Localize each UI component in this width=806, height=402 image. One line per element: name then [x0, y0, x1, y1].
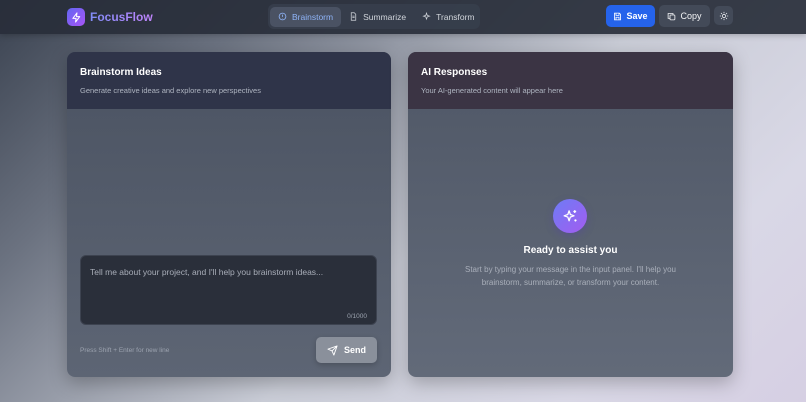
top-bar: FocusFlow Brainstorm Summarize Transform… [0, 0, 806, 34]
tab-brainstorm[interactable]: Brainstorm [270, 6, 342, 27]
tab-label: Summarize [363, 11, 407, 22]
input-panel-title: Brainstorm Ideas [80, 67, 162, 78]
copy-button[interactable]: Copy [659, 5, 710, 27]
input-panel: Brainstorm Ideas Generate creative ideas… [67, 52, 391, 377]
save-icon [613, 12, 622, 21]
mode-tabs: Brainstorm Summarize Transform [268, 4, 480, 29]
empty-state-title: Ready to assist you [523, 245, 618, 256]
document-icon [349, 12, 358, 21]
save-button[interactable]: Save [606, 5, 655, 27]
bolt-icon [67, 8, 85, 26]
sparkle-icon [422, 12, 431, 21]
output-panel-title: AI Responses [421, 67, 488, 78]
tab-transform[interactable]: Transform [414, 7, 482, 27]
tab-label: Brainstorm [292, 11, 334, 22]
send-button[interactable]: Send [316, 337, 377, 363]
empty-state-description: Start by typing your message in the inpu… [465, 265, 676, 287]
input-panel-header: Brainstorm Ideas Generate creative ideas… [67, 52, 391, 109]
sun-icon [719, 11, 729, 21]
tab-summarize[interactable]: Summarize [341, 7, 414, 27]
prompt-placeholder: Tell me about your project, and I'll hel… [90, 267, 324, 277]
output-panel-header: AI Responses Your AI-generated content w… [408, 52, 733, 109]
prompt-input[interactable]: Tell me about your project, and I'll hel… [80, 255, 377, 325]
input-panel-subtitle: Generate creative ideas and explore new … [80, 86, 261, 95]
output-panel-subtitle: Your AI-generated content will appear he… [421, 86, 563, 95]
tab-label: Transform [436, 11, 475, 22]
brand[interactable]: FocusFlow [67, 7, 153, 27]
copy-label: Copy [680, 11, 702, 21]
character-counter: 0/1000 [347, 313, 367, 320]
save-label: Save [626, 11, 648, 21]
app-name: FocusFlow [90, 10, 153, 24]
copy-icon [667, 12, 676, 21]
input-hint: Press Shift + Enter for new line [80, 347, 170, 354]
sparkles-icon [553, 199, 587, 233]
output-panel: AI Responses Your AI-generated content w… [408, 52, 733, 377]
send-label: Send [343, 345, 366, 355]
lightbulb-icon [278, 12, 287, 21]
send-icon [327, 344, 338, 356]
theme-toggle-button[interactable] [714, 6, 733, 25]
